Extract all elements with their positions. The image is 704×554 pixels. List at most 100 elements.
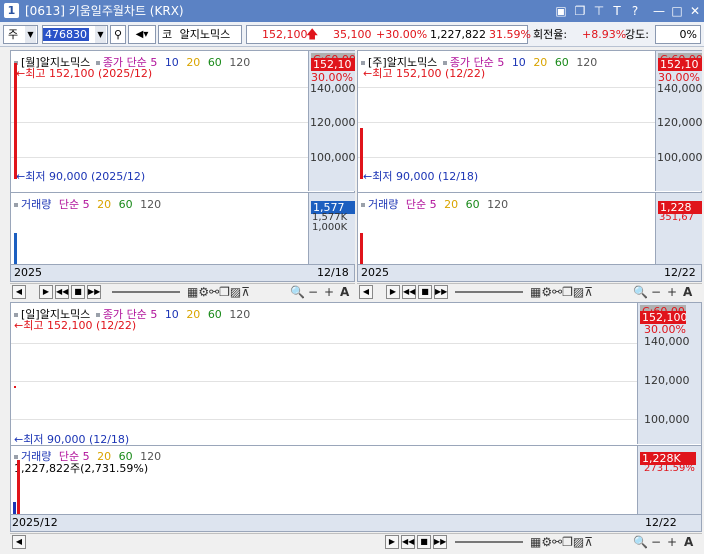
search-icon[interactable]: 🔍 <box>633 535 648 549</box>
price-box: 152,10 <box>311 58 355 71</box>
search-icon[interactable]: 🔍 <box>633 285 648 299</box>
chevron-down-icon[interactable]: ▼ <box>95 26 106 43</box>
legend-ma120: 120 <box>229 56 251 69</box>
scroll-first-button[interactable]: ◀ <box>359 285 373 299</box>
pin-icon[interactable]: ⊤ <box>591 3 607 19</box>
scroll-play-button[interactable]: ▶ <box>386 285 400 299</box>
help-icon[interactable]: ? <box>627 3 643 19</box>
monthly-price-area[interactable]: [월]알지노믹스 종가 단순 5 10 20 60 120 ←최고 152,10… <box>11 51 308 191</box>
volume-legend: 거래량 단순 5 20 60 120 <box>14 196 161 212</box>
scroll-back-button[interactable]: ◀◀ <box>402 285 416 299</box>
high-label: 최고 152,100 (2025/12) <box>25 67 153 80</box>
axis-label: 120,000 <box>644 374 690 387</box>
zoom-slider[interactable] <box>455 291 523 293</box>
zoom-in-icon[interactable]: + <box>667 535 677 549</box>
auto-scale-icon[interactable]: A <box>684 535 693 549</box>
scroll-first-button[interactable]: ◀ <box>12 535 26 549</box>
legend-ma10: 10 <box>511 56 526 69</box>
axis-label: 100,000 <box>310 151 356 164</box>
close-icon[interactable]: ✕ <box>687 3 703 19</box>
weekly-volume-axis[interactable]: 1,228 351,67 <box>655 192 702 264</box>
legend-ma20: 20 <box>444 198 459 211</box>
tools-icons[interactable]: ▦⚙⚯❐▨⊼ <box>530 285 593 299</box>
minimize-icon[interactable]: — <box>651 3 667 19</box>
zoom-out-icon[interactable]: − <box>651 285 661 299</box>
strength-label: 강도: <box>625 28 649 41</box>
weekly-scrollbar[interactable]: ◀ ▶ ◀◀ ■ ▶▶ ▦⚙⚯❐▨⊼ 🔍 − + A <box>357 283 702 299</box>
stock-code-input[interactable]: 476830 ▼ <box>42 25 108 44</box>
stock-name-field[interactable]: 코 알지노믹스 <box>158 25 242 44</box>
monthly-price-axis[interactable]: C:60,00 152,10 30.00% 140,000 120,000 10… <box>308 51 356 191</box>
text-icon[interactable]: T <box>609 3 625 19</box>
maximize-icon[interactable]: □ <box>669 3 685 19</box>
daily-price-area[interactable]: [일]알지노믹스 종가 단순 5 10 20 60 120 ←최고 152,10… <box>11 303 637 446</box>
volume-bar-red[interactable] <box>17 460 20 514</box>
scroll-forward-button[interactable]: ▶▶ <box>434 285 448 299</box>
legend-ma5: 5 <box>150 308 158 321</box>
zoom-in-icon[interactable]: + <box>667 285 677 299</box>
volume-legend: 거래량 단순 5 20 60 120 <box>361 196 508 212</box>
tools-icons[interactable]: ▦⚙⚯❐▨⊼ <box>187 285 250 299</box>
monthly-candle[interactable] <box>14 63 17 179</box>
scroll-back-button[interactable]: ◀◀ <box>401 535 415 549</box>
zoom-slider[interactable] <box>455 541 523 543</box>
high-marker: ←최고 152,100 (12/22) <box>363 67 486 80</box>
legend-ma60: 60 <box>207 56 222 69</box>
legend-ma5: 5 <box>497 56 505 69</box>
grid-line <box>358 122 655 123</box>
search-icon[interactable]: ⚲ <box>110 25 126 44</box>
scroll-stop-button[interactable]: ■ <box>71 285 85 299</box>
scroll-forward-button[interactable]: ▶▶ <box>433 535 447 549</box>
volume-bar-blue[interactable] <box>13 502 16 514</box>
price-box: 152,10 <box>658 58 702 71</box>
market-select[interactable]: 주 ▼ <box>3 25 38 44</box>
volume-bar[interactable] <box>14 233 17 264</box>
weekly-candle[interactable] <box>360 128 363 179</box>
zoom-out-icon[interactable]: − <box>651 535 661 549</box>
chevron-down-icon[interactable]: ▼ <box>25 26 36 43</box>
turnover-value: +8.93% <box>582 28 627 41</box>
volume-bar[interactable] <box>360 233 363 264</box>
weekly-volume-area[interactable]: 거래량 단순 5 20 60 120 <box>358 192 655 264</box>
daily-candle[interactable] <box>14 386 16 388</box>
axis-label: 120,000 <box>310 116 356 129</box>
daily-scrollbar[interactable]: ◀ ▶ ◀◀ ■ ▶▶ ▦⚙⚯❐▨⊼ 🔍 − + A <box>10 533 702 549</box>
monthly-volume-area[interactable]: 거래량 단순 5 20 60 120 <box>11 192 308 264</box>
monthly-scrollbar[interactable]: ◀ ▶ ◀◀ ■ ▶▶ ▦⚙⚯❐▨⊼ 🔍 − + A <box>10 283 355 299</box>
tools-icons[interactable]: ▦⚙⚯❐▨⊼ <box>530 535 593 549</box>
legend-marker-icon <box>14 203 18 207</box>
window-menu-icon[interactable]: ▣ <box>553 3 569 19</box>
speaker-icon[interactable]: ◀︎▾ <box>128 25 156 44</box>
legend-ma20: 20 <box>186 56 201 69</box>
scroll-play-button[interactable]: ▶ <box>385 535 399 549</box>
grid-line <box>11 343 637 344</box>
legend-simple: 단순 <box>405 198 427 211</box>
auto-scale-icon[interactable]: A <box>340 285 349 299</box>
scroll-back-button[interactable]: ◀◀ <box>55 285 69 299</box>
daily-volume-area[interactable]: 거래량 단순 5 20 60 120 1,227,822주(2,731.59%) <box>11 445 637 514</box>
legend-marker-icon <box>14 455 18 459</box>
legend-ma60: 60 <box>554 56 569 69</box>
date-left: 2025/12 <box>12 516 58 529</box>
volume-info: 1,227,822주(2,731.59%) <box>14 462 149 475</box>
scroll-stop-button[interactable]: ■ <box>418 285 432 299</box>
search-icon[interactable]: 🔍 <box>290 285 305 299</box>
grid-line <box>11 122 308 123</box>
weekly-price-axis[interactable]: C:60,00 152,10 30.00% 140,000 120,000 10… <box>655 51 703 191</box>
zoom-out-icon[interactable]: − <box>308 285 318 299</box>
scroll-forward-button[interactable]: ▶▶ <box>87 285 101 299</box>
weekly-price-area[interactable]: [주]알지노믹스 종가 단순 5 10 20 60 120 ←최고 152,10… <box>358 51 655 191</box>
restore-layout-icon[interactable]: ❐ <box>572 3 588 19</box>
zoom-in-icon[interactable]: + <box>324 285 334 299</box>
zoom-slider[interactable] <box>112 291 180 293</box>
monthly-volume-axis[interactable]: 1,577 1,577K 1,000K <box>308 192 355 264</box>
scroll-stop-button[interactable]: ■ <box>417 535 431 549</box>
toolbar: 주 ▼ 476830 ▼ ⚲ ◀︎▾ 코 알지노믹스 152,100 🡅 35,… <box>0 22 704 47</box>
daily-volume-axis[interactable]: 1,228K 2731.59% <box>637 445 701 514</box>
low-label: 최저 90,000 (12/18) <box>372 170 479 183</box>
daily-price-axis[interactable]: C:60,00 152,100 30.00% 140,000 120,000 1… <box>637 303 701 444</box>
auto-scale-icon[interactable]: A <box>683 285 692 299</box>
scroll-first-button[interactable]: ◀ <box>12 285 26 299</box>
date-right: 12/22 <box>664 266 696 279</box>
scroll-play-button[interactable]: ▶ <box>39 285 53 299</box>
